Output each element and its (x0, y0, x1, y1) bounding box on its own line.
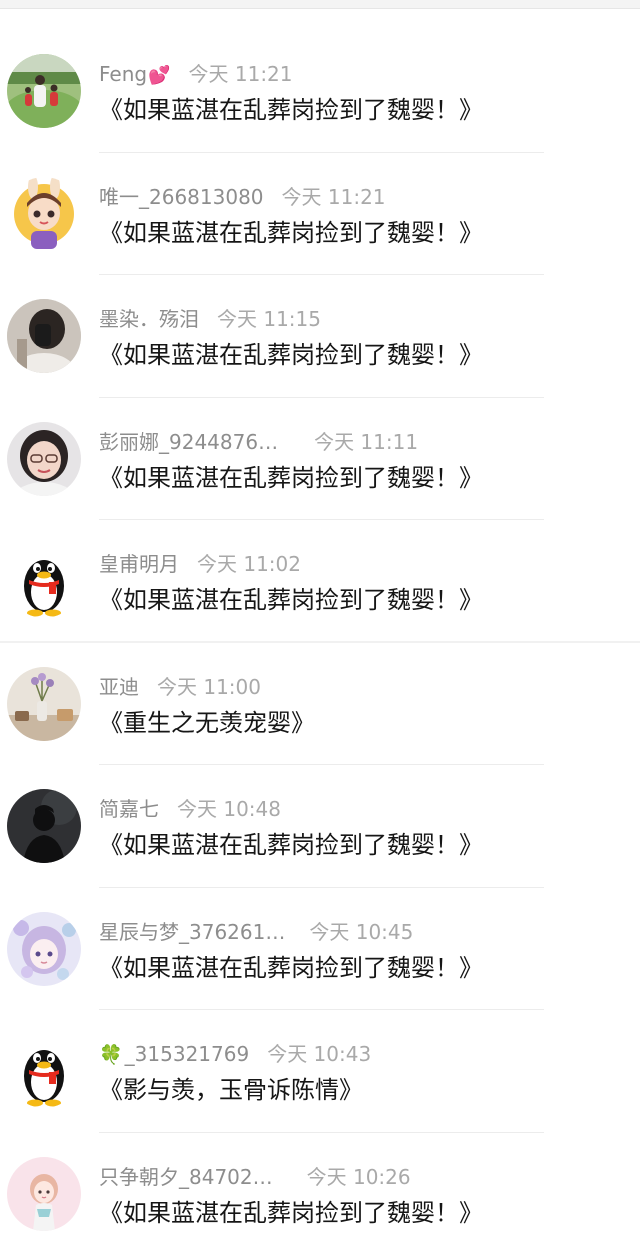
comment-text: 《影与羡，玉骨诉陈情》 (99, 1076, 363, 1104)
comment-meta: 简嘉七 今天 10:48 (99, 795, 281, 823)
username[interactable]: Feng💕 (99, 62, 171, 86)
comment-text: 《如果蓝湛在乱葬岗捡到了魏婴！》 (99, 831, 483, 859)
avatar[interactable] (7, 299, 81, 373)
comment-text: 《如果蓝湛在乱葬岗捡到了魏婴！》 (99, 953, 483, 982)
avatar[interactable] (7, 789, 81, 863)
comment-item[interactable]: 墨染．殇泪 今天 11:15 《如果蓝湛在乱葬岗捡到了魏婴！》 (0, 275, 640, 398)
username[interactable]: 墨染．殇泪 (99, 307, 199, 331)
avatar[interactable] (7, 421, 81, 496)
timestamp: 今天 11:00 (157, 674, 261, 699)
dark-silhouette-avatar (7, 789, 81, 863)
timestamp: 今天 10:48 (177, 797, 281, 821)
comment-item[interactable]: 唯一_266813080 今天 11:21 《如果蓝湛在乱葬岗捡到了魏婴！》 (0, 153, 640, 275)
timestamp: 今天 11:11 (314, 429, 419, 454)
comment-item[interactable]: 彭丽娜_9244876… 今天 11:11 《如果蓝湛在乱葬岗捡到了魏婴！》 (0, 398, 640, 520)
username[interactable]: 唯一_266813080 (99, 185, 264, 209)
clover-emoji: 🍀 (99, 1044, 123, 1066)
comment-item[interactable]: Feng💕 今天 11:21 《如果蓝湛在乱葬岗捡到了魏婴！》 (0, 30, 640, 153)
comment-meta: 唯一_266813080 今天 11:21 (99, 183, 386, 211)
avatar[interactable] (7, 1034, 81, 1108)
photo-woman-glasses-avatar (7, 421, 81, 496)
username[interactable]: 只争朝夕_84702… (99, 1165, 273, 1189)
photo-flower-vase-avatar (7, 666, 81, 741)
comment-text: 《如果蓝湛在乱葬岗捡到了魏婴！》 (99, 463, 483, 492)
comment-text: 《如果蓝湛在乱葬岗捡到了魏婴！》 (99, 341, 483, 369)
top-bar (0, 0, 640, 9)
username[interactable]: 星辰与梦_376261… (99, 920, 285, 944)
comment-text: 《如果蓝湛在乱葬岗捡到了魏婴！》 (99, 96, 483, 124)
comment-item[interactable]: 皇甫明月 今天 11:02 《如果蓝湛在乱葬岗捡到了魏婴！》 (0, 520, 640, 643)
comment-meta: 皇甫明月 今天 11:02 (99, 550, 301, 578)
comment-meta: Feng💕 今天 11:21 (99, 60, 293, 88)
timestamp: 今天 11:15 (217, 307, 321, 331)
comment-meta: 只争朝夕_84702… 今天 10:26 (99, 1163, 411, 1191)
timestamp: 今天 10:26 (306, 1164, 411, 1189)
comment-text: 《重生之无羡宠婴》 (99, 708, 315, 737)
comment-item[interactable]: 星辰与梦_376261… 今天 10:45 《如果蓝湛在乱葬岗捡到了魏婴！》 (0, 888, 640, 1010)
username[interactable]: 亚迪 (99, 675, 139, 699)
username[interactable]: 彭丽娜_9244876… (99, 430, 278, 454)
anime-girl-pink-avatar (7, 1156, 81, 1231)
comment-meta: 亚迪 今天 11:00 (99, 673, 261, 701)
cartoon-bunny-boy-avatar (7, 176, 81, 251)
comment-item[interactable]: 亚迪 今天 11:00 《重生之无羡宠婴》 (0, 643, 640, 765)
comment-meta: 墨染．殇泪 今天 11:15 (99, 305, 321, 333)
timestamp: 今天 10:45 (309, 919, 414, 944)
timestamp: 今天 11:21 (281, 184, 386, 209)
anime-girl-purple-avatar (7, 911, 81, 986)
photo-hidden-face-avatar (7, 299, 81, 373)
username[interactable]: 简嘉七 (99, 797, 159, 821)
comment-list: Feng💕 今天 11:21 《如果蓝湛在乱葬岗捡到了魏婴！》 唯一_266813… (0, 30, 640, 1255)
avatar[interactable] (7, 1156, 81, 1231)
comment-text: 《如果蓝湛在乱葬岗捡到了魏婴！》 (99, 586, 483, 614)
comment-meta: 彭丽娜_9244876… 今天 11:11 (99, 428, 418, 456)
comment-meta: 星辰与梦_376261… 今天 10:45 (99, 918, 413, 946)
timestamp: 今天 10:43 (267, 1042, 372, 1066)
comment-item[interactable]: 🍀 _315321769 今天 10:43 《影与羡，玉骨诉陈情》 (0, 1010, 640, 1133)
avatar[interactable] (7, 544, 81, 618)
qq-penguin-avatar (7, 1034, 81, 1108)
avatar[interactable] (7, 666, 81, 741)
photo-park-family-avatar (7, 54, 81, 128)
qq-penguin-avatar (7, 544, 81, 618)
timestamp: 今天 11:21 (188, 62, 293, 86)
comment-item[interactable]: 只争朝夕_84702… 今天 10:26 《如果蓝湛在乱葬岗捡到了魏婴！》 (0, 1133, 640, 1256)
avatar[interactable] (7, 54, 81, 128)
comment-meta: 🍀 _315321769 今天 10:43 (99, 1040, 371, 1068)
username[interactable]: 皇甫明月 (99, 552, 179, 576)
comment-text: 《如果蓝湛在乱葬岗捡到了魏婴！》 (99, 218, 483, 247)
comment-text: 《如果蓝湛在乱葬岗捡到了魏婴！》 (99, 1198, 483, 1227)
timestamp: 今天 11:02 (197, 552, 301, 576)
username[interactable]: 🍀 _315321769 (99, 1042, 249, 1066)
comment-item[interactable]: 简嘉七 今天 10:48 《如果蓝湛在乱葬岗捡到了魏婴！》 (0, 765, 640, 888)
avatar[interactable] (7, 176, 81, 251)
avatar[interactable] (7, 911, 81, 986)
two-hearts-emoji: 💕 (148, 65, 171, 86)
